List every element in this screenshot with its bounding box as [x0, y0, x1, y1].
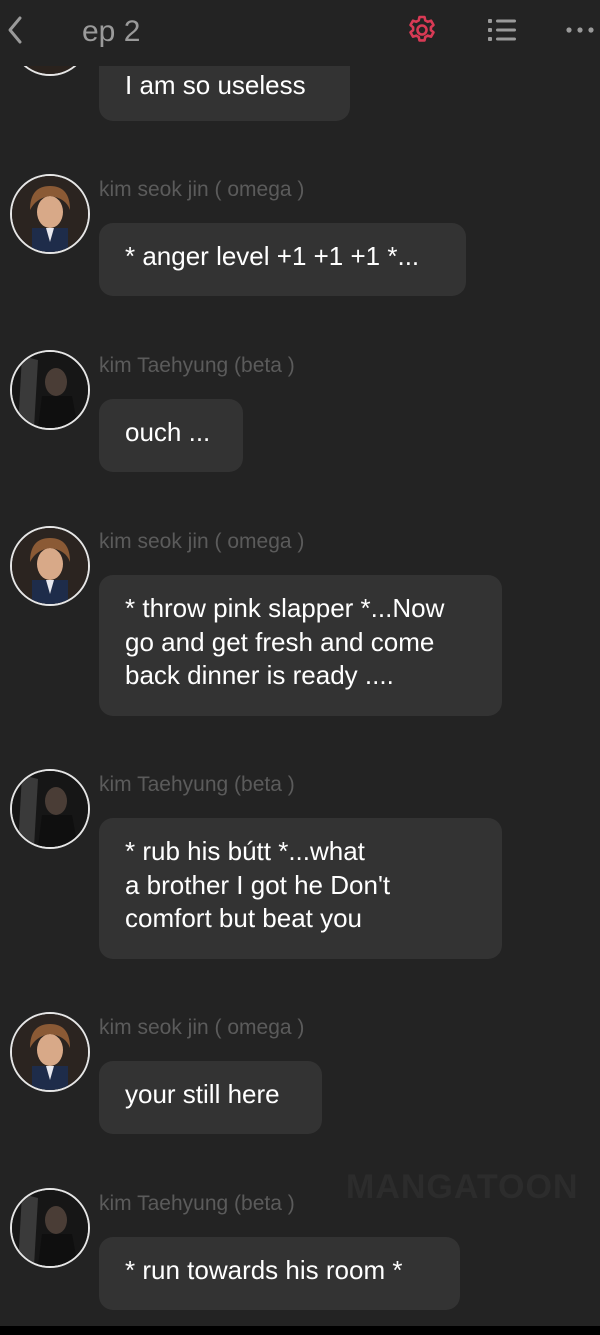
message-text: * run towards his room * [125, 1255, 403, 1285]
message-text: I am so useless [125, 70, 306, 100]
message-bubble: your still here [99, 1061, 322, 1134]
sender-name: kim seok jin ( omega ) [99, 1016, 305, 1039]
message-bubble: ouch ... [99, 399, 243, 472]
avatar [10, 1188, 90, 1268]
avatar [10, 526, 90, 606]
list-icon [488, 19, 516, 41]
chat-screen: ep 2 I am so useless kim seok jin (omeg… [0, 0, 600, 1335]
bottom-edge [0, 1326, 600, 1335]
message-text-line: * rub his bútt *...what [125, 836, 365, 866]
back-button[interactable] [0, 8, 30, 52]
chevron-left-icon [8, 16, 22, 44]
sender-name: kim Taehyung (beta ) [99, 1192, 295, 1215]
message-text-line: * throw pink slapper *...Now [125, 593, 445, 623]
message-text-line: a brother I got he Don't [125, 869, 391, 900]
message-text: * anger level +1 +1 +1 *... [125, 241, 420, 271]
message-bubble: * anger level +1 +1 +1 *... [99, 223, 466, 296]
message-bubble: * run towards his room * [99, 1237, 460, 1310]
more-horizontal-icon [566, 27, 594, 33]
message-text: ouch ... [125, 417, 211, 447]
sender-name: kim seok jin ( omega ) [99, 178, 305, 201]
message-bubble: * throw pink slapper *...Now go and get … [99, 575, 502, 716]
chapter-list-button[interactable] [482, 10, 522, 50]
page-title: ep 2 [82, 15, 141, 48]
more-button[interactable] [560, 10, 600, 50]
sender-name: kim Taehyung (beta ) [99, 354, 295, 377]
sender-name: kim Taehyung (beta ) [99, 773, 295, 796]
message-text-line: comfort but beat you [125, 903, 363, 933]
top-bar: ep 2 [0, 0, 600, 66]
message-text-line: back dinner is ready .... [125, 660, 394, 690]
avatar [10, 1012, 90, 1092]
gear-icon [409, 15, 435, 42]
avatar [10, 174, 90, 254]
avatar [10, 350, 90, 430]
settings-button[interactable] [402, 10, 442, 50]
sender-name: kim seok jin ( omega ) [99, 530, 305, 553]
avatar [10, 769, 90, 849]
message-text-line: go and get fresh and come [125, 626, 435, 657]
message-text: your still here [125, 1079, 280, 1109]
message-bubble: * rub his bútt *...what a brother I got … [99, 818, 502, 959]
watermark: MANGATOON [346, 1168, 579, 1206]
